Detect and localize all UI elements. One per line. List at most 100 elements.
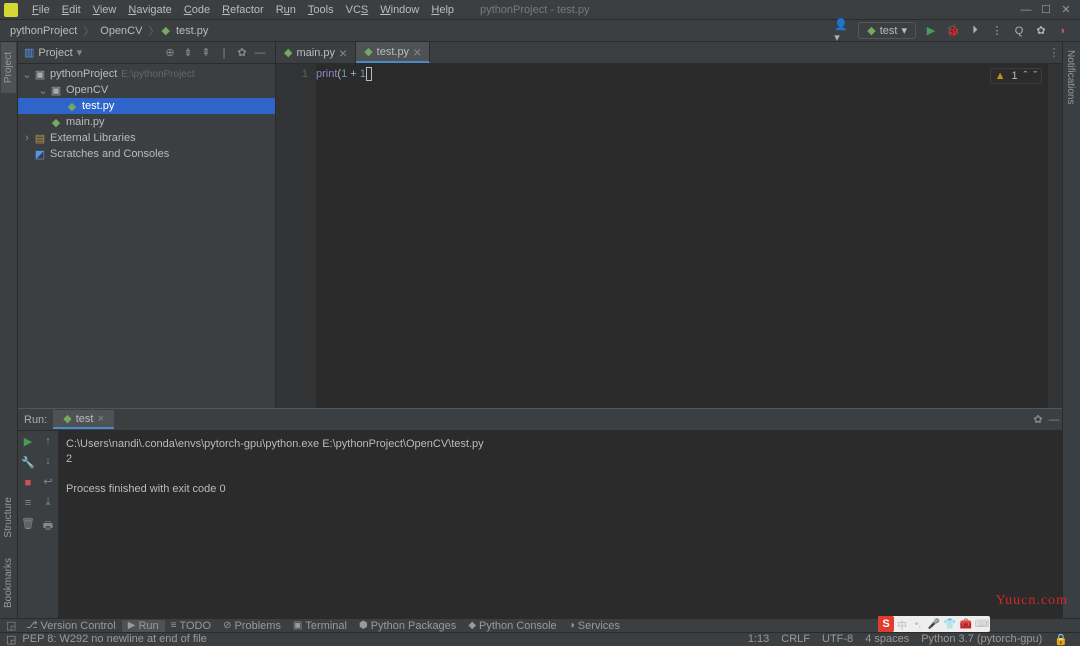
ime-indicator[interactable]: S 中 •, 🎤 👕 🧰 ⌨ [878,616,990,632]
rerun-icon[interactable]: ▶ [24,435,32,448]
attach-icon[interactable]: ⋮ [988,22,1006,40]
tab-notifications[interactable]: Notifications [1063,42,1078,112]
run-panel-header: Run: ◆ test × ✿ — [18,409,1062,431]
tree-folder-opencv[interactable]: ⌄ ▣ OpenCV [18,82,275,98]
status-encoding[interactable]: UTF-8 [816,633,859,645]
chevron-down-icon[interactable]: ▾ [77,46,83,59]
search-icon[interactable]: Q [1010,22,1028,40]
inspection-widget[interactable]: ▲ 1 ˆ ˇ [990,68,1042,84]
menu-file[interactable]: FFileile [26,4,56,16]
menu-view[interactable]: View [87,4,123,16]
avatar-icon[interactable]: ◗ [1054,22,1072,40]
tab-project[interactable]: Project [1,42,16,93]
editor-more-icon[interactable]: ⋮ [1046,42,1062,63]
debug-button-icon[interactable]: 🐞 [944,22,962,40]
toolbtn-services[interactable]: ◑Services [563,620,626,632]
tree-root[interactable]: ⌄ ▣ pythonProject E:\pythonProject [18,66,275,82]
tree-scratches[interactable]: ◩ Scratches and Consoles [18,146,275,162]
tab-structure[interactable]: Structure [1,487,16,548]
expanded-icon[interactable]: ⌄ [38,84,48,97]
close-tab-icon[interactable]: × [97,413,103,425]
toolbtn-terminal[interactable]: ▣Terminal [287,620,353,632]
close-button[interactable]: ✕ [1056,3,1076,16]
breadcrumb-project[interactable]: pythonProject [6,25,81,37]
run-more-icon[interactable]: ⏵ [966,22,984,40]
breadcrumb-folder[interactable]: OpenCV [96,25,146,37]
expanded-icon[interactable]: ⌄ [22,68,32,81]
up-icon[interactable]: ˆ [1024,70,1028,82]
status-line-sep[interactable]: CRLF [775,633,816,645]
editor-tab-mainpy[interactable]: ◆ main.py × [276,42,356,63]
run-tab-test[interactable]: ◆ test × [53,410,114,429]
wrench-icon[interactable]: 🔧 [21,456,35,469]
menu-help[interactable]: Help [425,4,460,16]
gear-icon[interactable]: ✿ [235,46,249,59]
warning-count: 1 [1012,70,1018,82]
ime-keyboard-icon[interactable]: ⌨ [974,616,990,632]
python-file-icon: ◆ [64,100,80,113]
ime-punct-icon[interactable]: •, [910,616,926,632]
toolbtn-pypkg[interactable]: ⬢Python Packages [353,620,462,632]
collapsed-icon[interactable]: › [22,132,32,144]
ime-tool-icon[interactable]: 🧰 [958,616,974,632]
delete-icon[interactable]: 🗑 [21,517,35,530]
run-config-selector[interactable]: ◆ test ▾ [858,22,916,39]
menu-code[interactable]: Code [178,4,216,16]
tree-external-libraries[interactable]: › ▤ External Libraries [18,130,275,146]
tree-file-mainpy[interactable]: ◆ main.py [18,114,275,130]
console-output[interactable]: C:\Users\nandi\.conda\envs\pytorch-gpu\p… [58,431,1062,618]
status-indent[interactable]: 4 spaces [859,633,915,645]
scroll-icon[interactable]: ⤓ [46,496,51,509]
tree-file-testpy[interactable]: ◆ test.py [18,98,275,114]
tool-window-quick-icon[interactable]: ◲ [6,619,20,632]
softwrap-icon[interactable]: ↩ [43,475,52,488]
status-position[interactable]: 1:13 [742,633,775,645]
ime-skin-icon[interactable]: 👕 [942,616,958,632]
lock-icon[interactable]: 🔒 [1048,633,1074,646]
tab-bookmarks[interactable]: Bookmarks [1,548,16,618]
user-icon[interactable]: 👤▾ [834,22,852,40]
toolbtn-problems[interactable]: ⊘Problems [217,620,287,632]
toolbtn-vcs[interactable]: ⎇Version Control [20,620,122,632]
breadcrumb-file[interactable]: test.py [172,25,212,37]
toolbtn-run[interactable]: ▶Run [122,620,165,632]
hide-panel-icon[interactable]: — [253,47,267,59]
menu-tools[interactable]: Tools [302,4,340,16]
expand-all-icon[interactable]: ⇟ [181,46,195,59]
app-logo-icon [4,3,18,17]
close-tab-icon[interactable]: × [413,44,421,60]
menu-edit[interactable]: Edit [56,4,87,16]
ime-mic-icon[interactable]: 🎤 [926,616,942,632]
minimize-button[interactable]: — [1016,4,1036,16]
toolbtn-pyconsole[interactable]: ◆Python Console [462,620,562,632]
down-icon[interactable]: ˇ [1033,70,1037,82]
divider-icon: | [217,47,231,59]
status-interpreter[interactable]: Python 3.7 (pytorch-gpu) [915,633,1048,645]
menu-navigate[interactable]: Navigate [122,4,177,16]
select-open-file-icon[interactable]: ⊕ [163,46,177,59]
stop-icon[interactable]: ■ [25,477,32,489]
menu-vcs[interactable]: VCS [340,4,375,16]
layout-icon[interactable]: ≡ [25,497,31,509]
menu-window[interactable]: Window [374,4,425,16]
collapse-all-icon[interactable]: ⇞ [199,46,213,59]
project-panel-title[interactable]: Project [38,47,72,59]
down-arrow-icon[interactable]: ↓ [45,455,51,467]
toolbtn-todo[interactable]: ≡TODO [165,620,217,632]
status-icon[interactable]: ◲ [6,633,16,646]
print-icon[interactable]: 🖶 [43,517,53,536]
settings-icon[interactable]: ✿ [1032,22,1050,40]
close-tab-icon[interactable]: × [339,45,347,61]
output-line: C:\Users\nandi\.conda\envs\pytorch-gpu\p… [66,438,484,450]
hide-panel-icon[interactable]: — [1046,414,1062,426]
python-icon: ◆ [63,412,71,425]
gear-icon[interactable]: ✿ [1030,413,1046,426]
menu-refactor[interactable]: Refactor [216,4,270,16]
maximize-button[interactable]: ☐ [1036,3,1056,16]
up-arrow-icon[interactable]: ↑ [45,435,51,447]
run-button-icon[interactable]: ▶ [922,22,940,40]
ime-lang[interactable]: 中 [894,616,910,632]
python-file-icon: ◆ [284,46,292,59]
editor-tab-testpy[interactable]: ◆ test.py × [356,42,430,63]
menu-run[interactable]: Run [270,4,302,16]
